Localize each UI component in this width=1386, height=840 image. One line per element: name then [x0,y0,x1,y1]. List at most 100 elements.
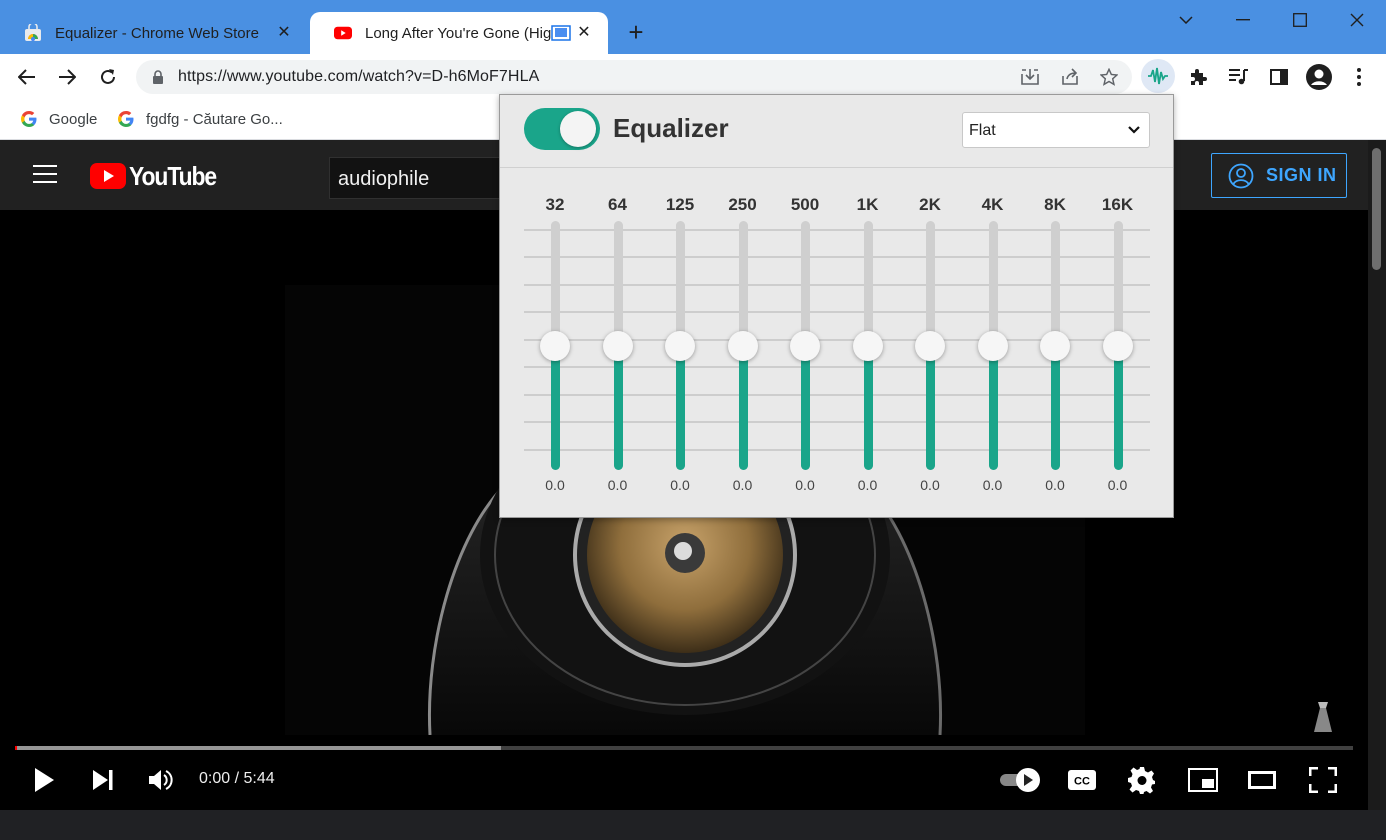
sign-in-label: SIGN IN [1266,165,1337,185]
eq-band-frequency-label: 250 [728,195,757,214]
play-icon [35,768,54,792]
chevron-down-icon [1179,16,1193,24]
miniplayer-icon [1188,768,1218,792]
tab-title: Equalizer - Chrome Web Store [55,24,259,42]
bookmark-label: Google [49,110,98,128]
eq-band-frequency-label: 32 [545,195,565,214]
close-tab-icon[interactable]: ✕ [274,23,294,43]
mute-button[interactable] [143,762,179,798]
queue-music-icon [1229,69,1248,85]
equalizer-title: Equalizer [613,113,729,143]
bookmark-star-button[interactable] [1095,63,1123,91]
eq-band-slider-thumb[interactable] [1102,330,1133,361]
install-app-button[interactable] [1016,63,1044,91]
account-circle-icon [1228,163,1254,188]
audio-waveform-icon [1148,67,1168,85]
eq-band-slider-fill [863,345,873,470]
fullscreen-icon [1309,767,1337,793]
youtube-logo-text: YouTube [129,160,217,191]
toggle-knob [560,111,596,147]
forward-button[interactable] [53,63,81,91]
eq-band-slider-thumb[interactable] [852,330,883,361]
reload-icon [101,69,115,84]
maximize-button[interactable] [1280,6,1320,34]
new-tab-button[interactable]: + [622,18,650,46]
speaker-brand-watermark-icon [1314,702,1332,732]
tab-youtube-video[interactable]: Long After You're Gone (High ✕ [310,12,608,54]
close-tab-icon[interactable]: ✕ [574,23,594,43]
profile-button[interactable] [1305,63,1333,91]
bookmark-fgdfg-search[interactable]: fgdfg - Căutare Go... [117,108,283,130]
chrome-menu-button[interactable] [1345,63,1373,91]
play-button[interactable] [26,762,62,798]
eq-band-slider-thumb[interactable] [977,330,1008,361]
eq-band-gain-value: 0.0 [1107,477,1128,493]
eq-band-slider-thumb[interactable] [540,330,570,361]
eq-band-16k: 16K 0.0 [1093,169,1143,517]
chevron-down-icon [1128,126,1140,134]
youtube-icon [334,26,352,40]
scrollbar-thumb[interactable] [1372,148,1381,270]
miniplayer-button[interactable] [1185,762,1221,798]
minimize-button[interactable] [1223,6,1263,34]
maximize-icon [1293,13,1307,27]
eq-band-slider-thumb[interactable] [790,330,820,361]
eq-band-slider-thumb[interactable] [602,330,633,361]
side-panel-button[interactable] [1265,63,1293,91]
share-icon [1062,68,1078,85]
equalizer-popup: Equalizer Flat 32 0.0 64 0.0 125 0.0 250 0.0 500… [499,94,1174,518]
google-icon [21,111,37,127]
eq-band-frequency-label: 1K [856,195,879,214]
eq-band-4k: 4K 0.0 [968,169,1018,517]
eq-band-slider-fill [613,345,623,470]
eq-band-slider-thumb[interactable] [727,330,758,361]
sign-in-button[interactable]: SIGN IN [1211,153,1347,198]
eq-band-frequency-label: 4K [981,195,1004,214]
eq-band-gain-value: 0.0 [1045,477,1065,493]
subtitles-button[interactable]: CC [1064,762,1100,798]
eq-band-frequency-label: 500 [790,195,820,214]
eq-band-frequency-label: 125 [665,195,695,214]
skip-next-icon [93,770,113,790]
tab-search-button[interactable] [1166,6,1206,34]
eq-band-slider-fill [988,345,998,470]
extensions-button[interactable] [1184,63,1212,91]
chrome-web-store-icon [25,24,41,41]
close-icon [1350,13,1364,27]
time-display: 0:00 / 5:44 [199,770,275,787]
bookmark-google[interactable]: Google [20,108,97,130]
eq-band-slider-thumb[interactable] [665,330,695,361]
eq-band-slider-fill [551,345,560,470]
eq-band-gain-value: 0.0 [670,477,690,493]
fullscreen-button[interactable] [1305,762,1341,798]
eq-band-gain-value: 0.0 [607,477,628,493]
preset-selected-value: Flat [969,122,996,139]
guide-menu-button[interactable] [32,164,58,186]
theater-mode-button[interactable] [1244,762,1280,798]
settings-button[interactable] [1124,762,1160,798]
media-controls-button[interactable] [1225,63,1253,91]
tab-chrome-web-store[interactable]: Equalizer - Chrome Web Store ✕ [0,12,308,54]
youtube-logo[interactable]: YouTube [90,160,228,191]
eq-band-slider-thumb[interactable] [1040,330,1070,361]
autoplay-toggle[interactable] [998,762,1042,798]
eq-band-64: 64 0.0 [593,169,643,517]
eq-band-slider-fill [926,345,935,470]
bookmark-label: fgdfg - Căutare Go... [146,110,283,128]
eq-band-slider-thumb[interactable] [915,330,945,361]
close-window-button[interactable] [1337,6,1377,34]
progress-bar[interactable] [15,746,1353,750]
eq-band-frequency-label: 2K [919,195,941,214]
preset-select[interactable]: Flat [962,112,1150,148]
equalizer-extension-button[interactable] [1141,59,1175,93]
autoplay-toggle-icon [1000,768,1040,792]
page-scrollbar[interactable] [1368,140,1386,810]
more-vertical-icon [1357,68,1361,86]
next-button[interactable] [85,762,121,798]
share-button[interactable] [1056,63,1084,91]
address-bar[interactable]: https://www.youtube.com/watch?v=D-h6MoF7… [136,60,1132,94]
back-button[interactable] [13,63,41,91]
equalizer-enable-toggle[interactable] [524,108,600,150]
volume-icon [149,770,173,790]
reload-button[interactable] [94,63,122,91]
